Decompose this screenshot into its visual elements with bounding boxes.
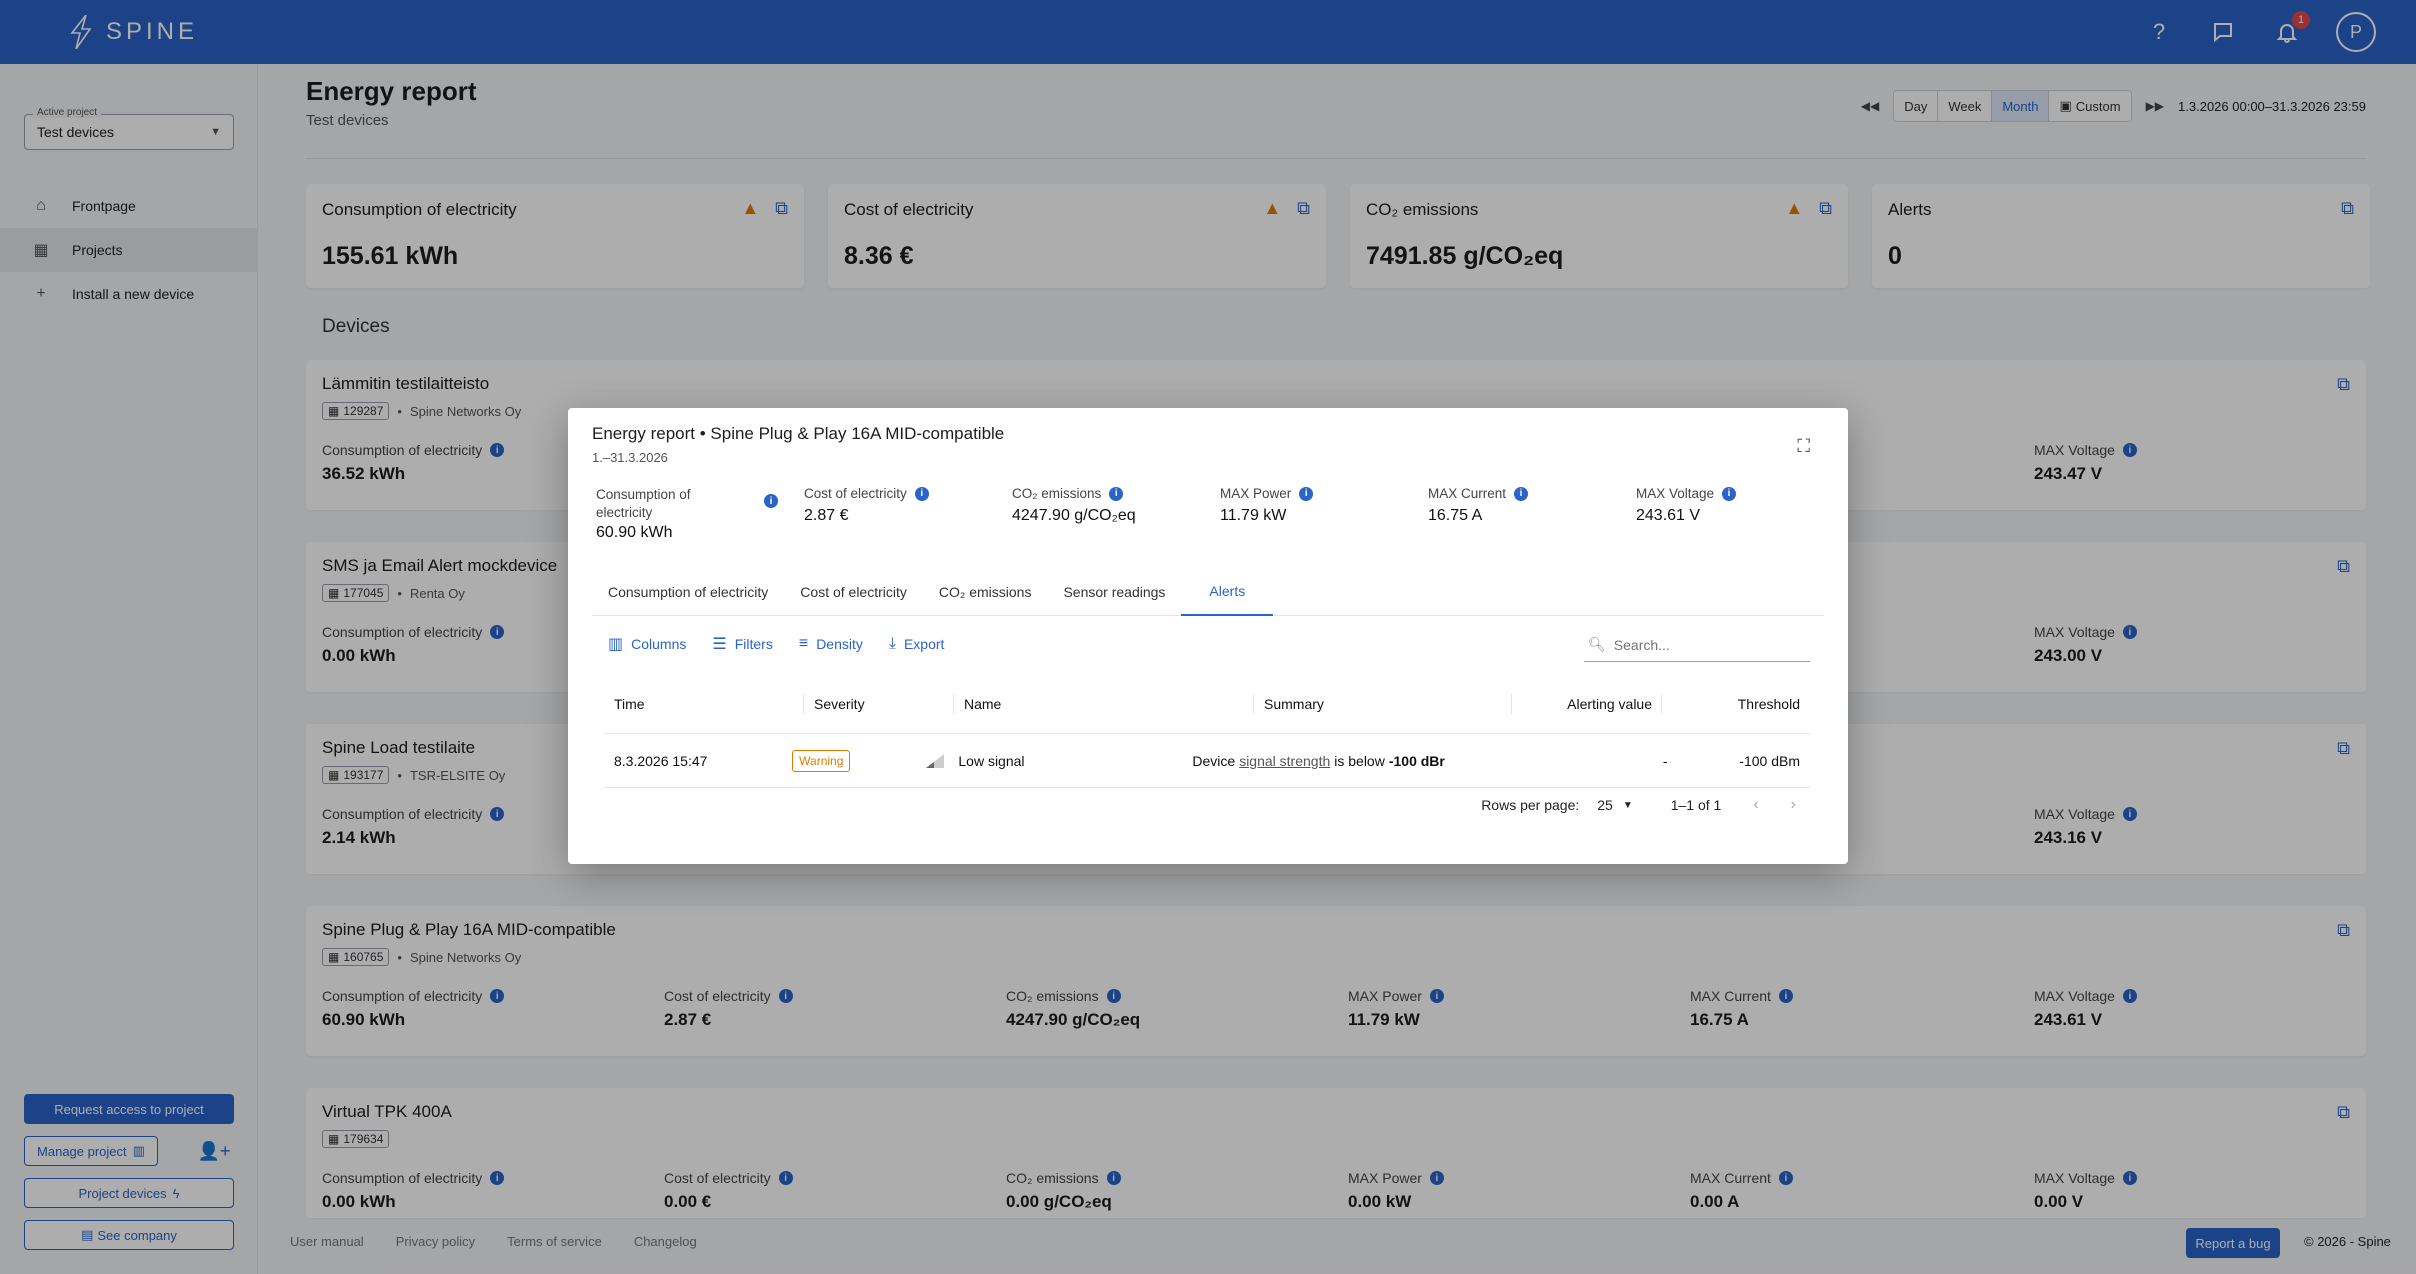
filter-icon: ☰ [712,636,727,653]
column-header-alerting-value[interactable]: Alerting value [1512,674,1662,733]
cell-alerting-value: - [1662,752,1668,769]
alert-name: Low signal [958,752,1025,769]
metric-label: Cost of electricity [804,486,907,501]
export-button[interactable]: ⤓ Export [889,635,945,653]
rows-per-page-label: Rows per page: [1481,797,1580,813]
info-icon[interactable]: i [914,486,929,501]
cell-time: 8.3.2026 15:47 [614,752,708,769]
density-icon: ≡ [798,635,809,652]
metric-value: 243.61 V [1636,507,1701,524]
summary-middle: is below [1334,752,1385,769]
tab-sensor-readings[interactable]: Sensor readings [1047,568,1181,616]
metric-label: Consumption of electricity [596,487,691,520]
dialog-metric-voltage: MAX Voltage i 243.61 V [1636,486,1844,542]
chevron-left-icon[interactable]: ‹ [1753,796,1758,814]
dialog-tabs: Consumption of electricity Cost of elect… [592,568,1824,616]
column-header-name[interactable]: Name [954,674,1254,733]
summary-value: -100 dBr [1388,752,1445,769]
filters-button[interactable]: ☰ Filters [712,634,772,654]
density-button[interactable]: ≡ Density [799,635,863,653]
dialog-title: Energy report • Spine Plug & Play 16A MI… [592,424,1005,443]
metric-label: MAX Voltage [1636,486,1715,501]
severity-chip: Warning [792,749,851,772]
dialog-metric-current: MAX Current i 16.75 A [1428,486,1636,542]
metric-value: 60.90 kWh [596,524,673,541]
dialog-metric-co2: CO₂ emissions i 4247.90 g/CO₂eq [1012,486,1220,542]
metric-value: 11.79 kW [1220,507,1287,524]
info-icon[interactable]: i [1514,486,1529,501]
rows-per-page-select[interactable]: 25 ▼ [1597,797,1632,813]
columns-icon: ▥ [608,636,624,653]
filters-label: Filters [734,636,773,652]
search-input[interactable] [1613,636,1804,653]
expand-icon[interactable]: ⛶ [1797,436,1810,457]
search-icon: 🔍︎ [1588,636,1606,652]
caret-down-icon: ▼ [1622,799,1633,811]
tab-cost[interactable]: Cost of electricity [784,568,923,616]
info-icon[interactable]: i [1299,486,1314,501]
tab-alerts[interactable]: Alerts [1181,568,1274,616]
table-row[interactable]: 8.3.2026 15:47 Warning Low signal Device… [604,734,1810,788]
pagination-range: 1–1 of 1 [1670,797,1722,813]
cell-threshold: -100 dBm [1739,752,1800,769]
columns-label: Columns [631,636,687,652]
grid-pagination: Rows per page: 25 ▼ 1–1 of 1 ‹ › [1481,796,1796,814]
column-header-summary[interactable]: Summary [1254,674,1512,733]
column-header-time[interactable]: Time [604,674,804,733]
metric-label: MAX Power [1220,486,1292,501]
info-icon[interactable]: i [1109,486,1124,501]
grid-toolbar: ▥ Columns ☰ Filters ≡ Density ⤓ Export [608,634,944,654]
cell-name: Low signal [916,734,1182,787]
density-label: Density [816,636,863,652]
tab-co2[interactable]: CO₂ emissions [923,568,1048,616]
summary-prefix: Device [1192,752,1236,769]
dialog-metric-cost: Cost of electricity i 2.87 € [804,486,1012,542]
cell-summary: Device signal strength is below -100 dBr [1182,734,1543,787]
columns-button[interactable]: ▥ Columns [608,634,686,654]
dialog-metric-power: MAX Power i 11.79 kW [1220,486,1428,542]
info-icon[interactable]: i [1722,486,1737,501]
cell-severity: Warning [782,734,916,787]
alerts-grid: Time Severity Name Summary Alerting valu… [604,674,1810,788]
energy-report-dialog: Energy report • Spine Plug & Play 16A MI… [568,408,1848,864]
dialog-date: 1.–31.3.2026 [592,450,668,465]
chevron-right-icon[interactable]: › [1791,796,1796,814]
export-icon: ⤓ [888,635,896,652]
grid-header-row: Time Severity Name Summary Alerting valu… [604,674,1810,734]
metric-value: 2.87 € [804,507,849,524]
grid-search: 🔍︎ [1584,628,1810,662]
column-header-threshold[interactable]: Threshold [1662,674,1810,733]
rows-per-page-value: 25 [1597,797,1613,813]
dialog-metric-consumption: Consumption of electricity i 60.90 kWh [596,486,804,542]
summary-link[interactable]: signal strength [1239,753,1330,769]
signal-icon [926,753,945,768]
column-header-severity[interactable]: Severity [804,674,954,733]
metric-label: CO₂ emissions [1012,486,1102,501]
metric-label: MAX Current [1428,486,1507,501]
export-label: Export [903,636,945,652]
tab-consumption[interactable]: Consumption of electricity [592,568,784,616]
dialog-metrics: Consumption of electricity i 60.90 kWh C… [596,486,1844,542]
info-icon[interactable]: i [764,494,778,508]
metric-value: 4247.90 g/CO₂eq [1012,507,1136,524]
metric-value: 16.75 A [1428,507,1483,524]
